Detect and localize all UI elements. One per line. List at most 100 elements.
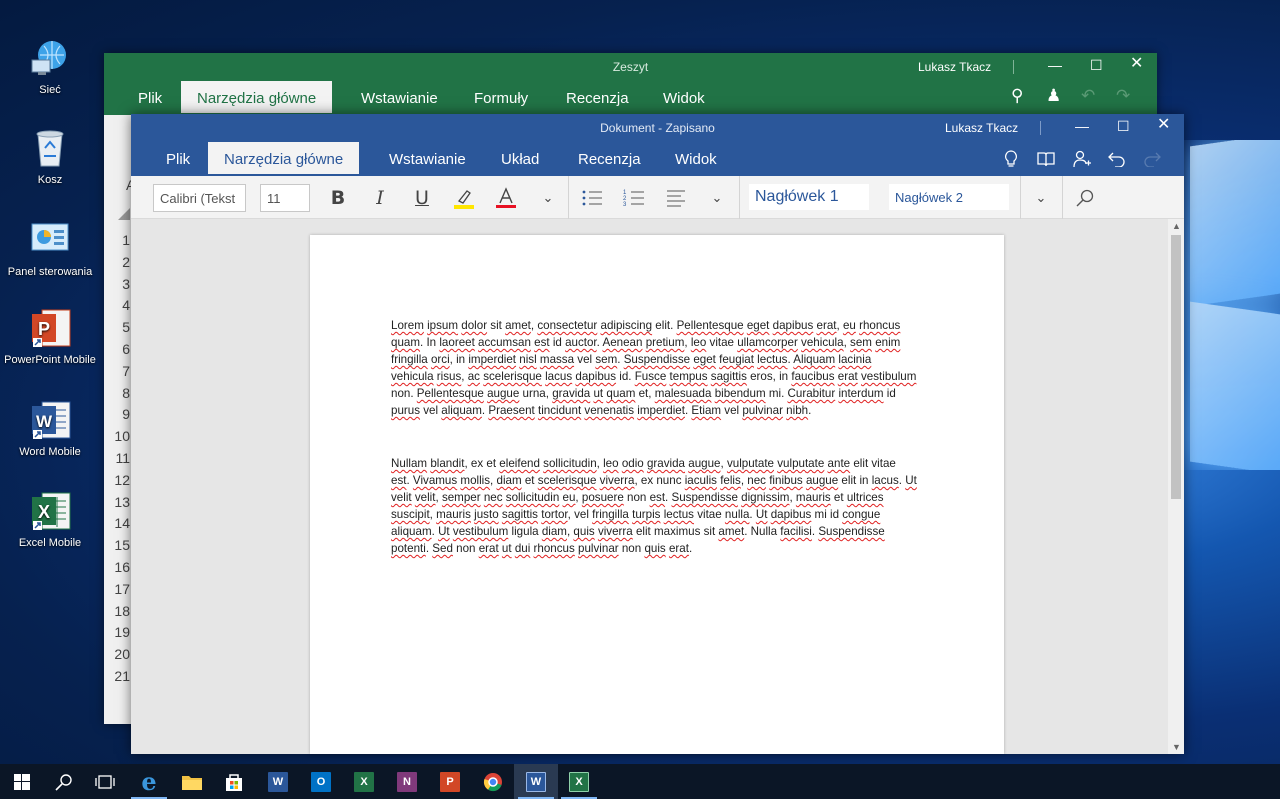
underline-button[interactable]: U bbox=[408, 184, 436, 212]
undo-icon[interactable]: ↶ bbox=[1081, 87, 1095, 104]
desktop-icon-recycle-bin[interactable]: Kosz bbox=[0, 128, 100, 186]
control-panel-icon bbox=[30, 220, 70, 260]
align-button[interactable] bbox=[662, 184, 690, 212]
share-user-icon[interactable]: ♟ bbox=[1046, 87, 1061, 104]
tab-wstawianie[interactable]: Wstawianie bbox=[389, 151, 466, 168]
desktop-icon-word[interactable]: W Word Mobile bbox=[0, 400, 100, 458]
paragraph-chevron-icon[interactable]: ⌄ bbox=[703, 184, 731, 212]
excel-user-name[interactable]: Lukasz Tkacz bbox=[918, 60, 991, 74]
share-user-icon[interactable] bbox=[1073, 150, 1091, 170]
chrome-icon[interactable] bbox=[471, 764, 515, 799]
tab-formuly[interactable]: Formuły bbox=[474, 90, 528, 107]
edge-letter: e bbox=[141, 767, 157, 796]
style-heading-1[interactable]: Nagłówek 1 bbox=[749, 184, 869, 210]
word-user-name[interactable]: Lukasz Tkacz bbox=[945, 121, 1018, 135]
redo-icon[interactable]: ↷ bbox=[1116, 87, 1130, 104]
select-all-corner[interactable] bbox=[118, 208, 130, 220]
desktop-icon-label: Panel sterowania bbox=[7, 266, 93, 278]
desktop-icon-control-panel[interactable]: Panel sterowania bbox=[0, 220, 100, 278]
tab-uklad[interactable]: Układ bbox=[501, 151, 539, 168]
lightbulb-icon[interactable] bbox=[1003, 150, 1019, 170]
tab-wstawianie[interactable]: Wstawianie bbox=[361, 90, 438, 107]
search-icon[interactable] bbox=[42, 764, 86, 799]
row-number[interactable]: 14 bbox=[104, 515, 130, 531]
row-number[interactable]: 3 bbox=[104, 276, 130, 292]
word-icon[interactable]: W bbox=[256, 764, 300, 799]
word-window[interactable]: Dokument - Zapisano Lukasz Tkacz — ☐ ✕ P… bbox=[131, 114, 1184, 754]
reading-view-icon[interactable] bbox=[1037, 151, 1055, 169]
maximize-button[interactable]: ☐ bbox=[1090, 58, 1103, 72]
paragraph-line: velit velit, semper nec sollicitudin eu,… bbox=[391, 491, 884, 504]
row-number[interactable]: 8 bbox=[104, 385, 130, 401]
row-number[interactable]: 6 bbox=[104, 341, 130, 357]
row-number[interactable]: 5 bbox=[104, 319, 130, 335]
row-number[interactable]: 17 bbox=[104, 581, 130, 597]
row-number[interactable]: 12 bbox=[104, 472, 130, 488]
onenote-icon[interactable]: N bbox=[385, 764, 429, 799]
styles-chevron-icon[interactable]: ⌄ bbox=[1027, 184, 1055, 212]
paragraph-2[interactable]: Nullam blandit, ex et eleifend sollicitu… bbox=[391, 455, 926, 557]
row-number[interactable]: 15 bbox=[104, 537, 130, 553]
maximize-button[interactable]: ☐ bbox=[1117, 119, 1130, 133]
row-header-column: A 123456789101112131415161718192021 bbox=[104, 115, 135, 724]
document-page[interactable]: Lorem ipsum dolor sit amet, consectetur … bbox=[310, 235, 1004, 754]
powerpoint-icon[interactable]: P bbox=[428, 764, 472, 799]
store-icon[interactable] bbox=[212, 764, 256, 799]
font-size-box[interactable]: 11 bbox=[260, 184, 310, 212]
row-number[interactable]: 19 bbox=[104, 624, 130, 640]
excel-mobile-icon[interactable]: X bbox=[557, 764, 601, 799]
scroll-down-icon[interactable]: ▼ bbox=[1172, 742, 1181, 752]
italic-button[interactable]: I bbox=[366, 184, 394, 212]
bullets-button[interactable] bbox=[578, 184, 606, 212]
redo-icon[interactable] bbox=[1143, 151, 1161, 169]
minimize-button[interactable]: — bbox=[1048, 58, 1062, 72]
row-number[interactable]: 2 bbox=[104, 254, 130, 270]
file-explorer-icon[interactable] bbox=[170, 764, 214, 799]
row-number[interactable]: 13 bbox=[104, 494, 130, 510]
row-number[interactable]: 7 bbox=[104, 363, 130, 379]
scrollbar-thumb[interactable] bbox=[1171, 235, 1181, 499]
task-view-icon[interactable] bbox=[83, 764, 127, 799]
style-heading-2[interactable]: Nagłówek 2 bbox=[889, 184, 1009, 210]
numbering-button[interactable]: 123 bbox=[620, 184, 648, 212]
desktop-icon-powerpoint[interactable]: P PowerPoint Mobile bbox=[0, 308, 100, 366]
search-icon[interactable] bbox=[1071, 184, 1099, 212]
powerpoint-icon: P bbox=[30, 308, 71, 348]
tab-widok[interactable]: Widok bbox=[663, 90, 705, 107]
font-name-box[interactable]: Calibri (Tekst bbox=[153, 184, 246, 212]
paragraph-1[interactable]: Lorem ipsum dolor sit amet, consectetur … bbox=[391, 317, 926, 419]
start-icon[interactable] bbox=[0, 764, 44, 799]
tab-widok[interactable]: Widok bbox=[675, 151, 717, 168]
tab-plik[interactable]: Plik bbox=[138, 90, 162, 107]
close-button[interactable]: ✕ bbox=[1157, 117, 1170, 133]
outlook-icon[interactable]: O bbox=[299, 764, 343, 799]
row-number[interactable]: 18 bbox=[104, 603, 130, 619]
tab-narzedzia-glowne[interactable]: Narzędzia główne bbox=[208, 142, 360, 174]
row-number[interactable]: 1 bbox=[104, 232, 130, 248]
excel-icon[interactable]: X bbox=[342, 764, 386, 799]
edge-icon[interactable]: e bbox=[127, 764, 171, 799]
tab-narzedzia-glowne[interactable]: Narzędzia główne bbox=[181, 81, 333, 113]
undo-icon[interactable] bbox=[1108, 151, 1126, 169]
desktop-icon-network[interactable]: Sieć bbox=[0, 38, 100, 96]
tab-recenzja[interactable]: Recenzja bbox=[566, 90, 629, 107]
word-mobile-icon[interactable]: W bbox=[514, 764, 558, 799]
row-number[interactable]: 4 bbox=[104, 297, 130, 313]
row-number[interactable]: 9 bbox=[104, 406, 130, 422]
desktop-icon-excel[interactable]: X Excel Mobile bbox=[0, 491, 100, 549]
lightbulb-icon[interactable]: ⚲ bbox=[1011, 87, 1023, 104]
scroll-up-icon[interactable]: ▲ bbox=[1172, 221, 1181, 231]
bold-button[interactable]: B bbox=[324, 184, 352, 212]
row-number[interactable]: 11 bbox=[104, 450, 130, 466]
more-format-chevron-icon[interactable]: ⌄ bbox=[534, 184, 562, 212]
tab-plik[interactable]: Plik bbox=[166, 151, 190, 168]
row-number[interactable]: 21 bbox=[104, 668, 130, 684]
row-number[interactable]: 10 bbox=[104, 428, 130, 444]
font-color-button[interactable] bbox=[492, 184, 520, 212]
highlight-button[interactable] bbox=[450, 184, 478, 212]
tab-recenzja[interactable]: Recenzja bbox=[578, 151, 641, 168]
row-number[interactable]: 20 bbox=[104, 646, 130, 662]
minimize-button[interactable]: — bbox=[1075, 119, 1089, 133]
close-button[interactable]: ✕ bbox=[1130, 56, 1143, 72]
row-number[interactable]: 16 bbox=[104, 559, 130, 575]
